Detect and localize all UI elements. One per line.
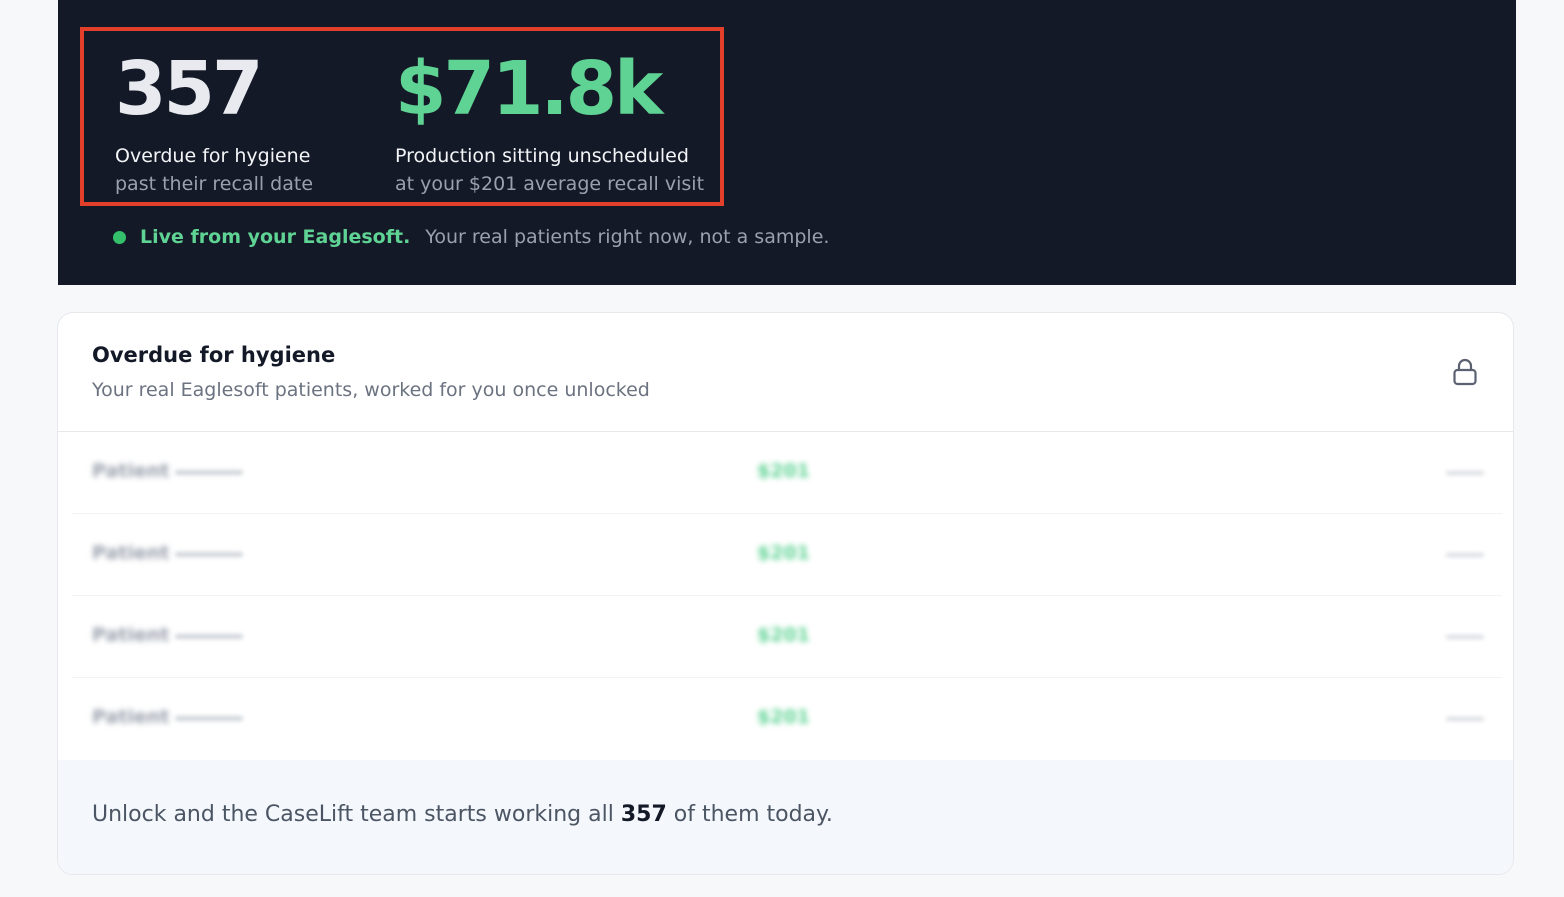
unlock-message-post: of them today.	[673, 802, 833, 827]
patient-name-blurred: Patient	[92, 542, 170, 564]
production-label: Production sitting unscheduled	[395, 145, 689, 167]
card-title: Overdue for hygiene	[92, 343, 336, 367]
table-row: Patient $201	[72, 432, 1502, 514]
live-description: Your real patients right now, not a samp…	[425, 226, 830, 248]
row-placeholder	[1446, 471, 1484, 475]
table-row: Patient $201	[72, 596, 1502, 678]
patient-name-mask	[175, 634, 243, 639]
unlock-count: 357	[620, 802, 667, 827]
production-value: $71.8k	[395, 46, 663, 132]
overdue-sublabel: past their recall date	[115, 173, 314, 195]
live-status: Live from your Eaglesoft. Your real pati…	[113, 223, 829, 251]
patient-name-mask	[175, 552, 243, 557]
patient-name-blurred: Patient	[92, 460, 170, 482]
patient-amount-blurred: $201	[757, 624, 810, 646]
patient-amount-blurred: $201	[757, 706, 810, 728]
production-stat: $71.8k Production sitting unscheduled at…	[395, 49, 704, 196]
overdue-stat: 357 Overdue for hygiene past their recal…	[115, 49, 313, 196]
hero-panel: 357 Overdue for hygiene past their recal…	[58, 0, 1516, 285]
patient-name-mask	[175, 470, 243, 475]
card-subtitle: Your real Eaglesoft patients, worked for…	[92, 379, 650, 401]
patient-amount-blurred: $201	[757, 460, 810, 482]
row-placeholder	[1446, 635, 1484, 639]
card-header: Overdue for hygiene Your real Eaglesoft …	[58, 313, 1513, 432]
row-placeholder	[1446, 717, 1484, 721]
unlock-footer: Unlock and the CaseLift team starts work…	[58, 760, 1513, 874]
patient-name-mask	[175, 716, 243, 721]
patient-amount-blurred: $201	[757, 542, 810, 564]
table-row: Patient $201	[72, 678, 1502, 760]
unlock-message-pre: Unlock and the CaseLift team starts work…	[92, 802, 614, 827]
live-source-text: Live from your Eaglesoft.	[140, 226, 411, 248]
production-sublabel: at your $201 average recall visit	[395, 173, 705, 195]
row-placeholder	[1446, 553, 1484, 557]
patient-name-blurred: Patient	[92, 624, 170, 646]
overdue-label: Overdue for hygiene	[115, 145, 311, 167]
lock-icon[interactable]	[1452, 358, 1478, 386]
table-row: Patient $201	[72, 514, 1502, 596]
unlock-message: Unlock and the CaseLift team starts work…	[92, 802, 833, 827]
overdue-count: 357	[115, 46, 263, 132]
overdue-hygiene-card: Overdue for hygiene Your real Eaglesoft …	[57, 312, 1514, 875]
patient-name-blurred: Patient	[92, 706, 170, 728]
live-dot-icon	[113, 230, 126, 244]
stats-highlight-box: 357 Overdue for hygiene past their recal…	[80, 27, 724, 206]
